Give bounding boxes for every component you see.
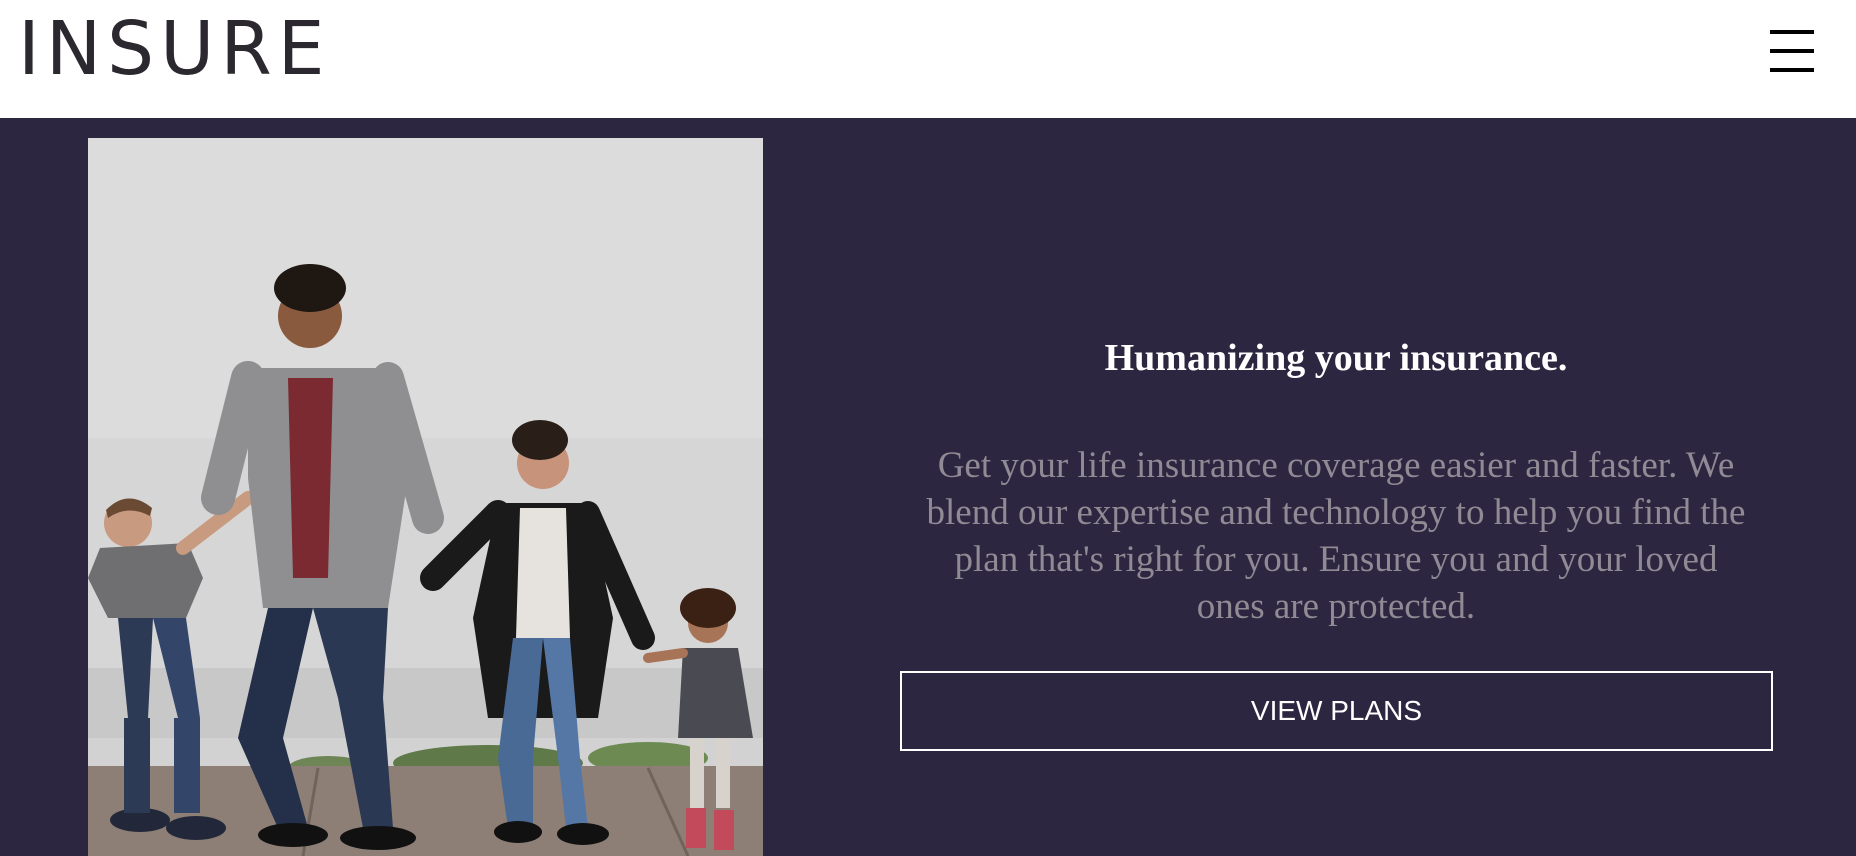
family-photo [88,138,763,856]
hero-section: Humanizing your insurance. Get your life… [0,118,1856,856]
hero-description: Get your life insurance coverage easier … [926,445,1746,627]
hero-headline: Humanizing your insurance. [1104,337,1568,379]
site-header: INSURE [0,0,1856,118]
menu-bar [1770,30,1814,34]
menu-bar [1770,49,1814,53]
hero-copy: Humanizing your insurance. Get your life… [900,118,1773,856]
insure-logo[interactable]: INSURE [18,12,331,86]
hamburger-menu-icon[interactable] [1769,28,1815,74]
view-plans-button[interactable]: VIEW PLANS [900,671,1773,751]
menu-bar [1770,68,1814,72]
